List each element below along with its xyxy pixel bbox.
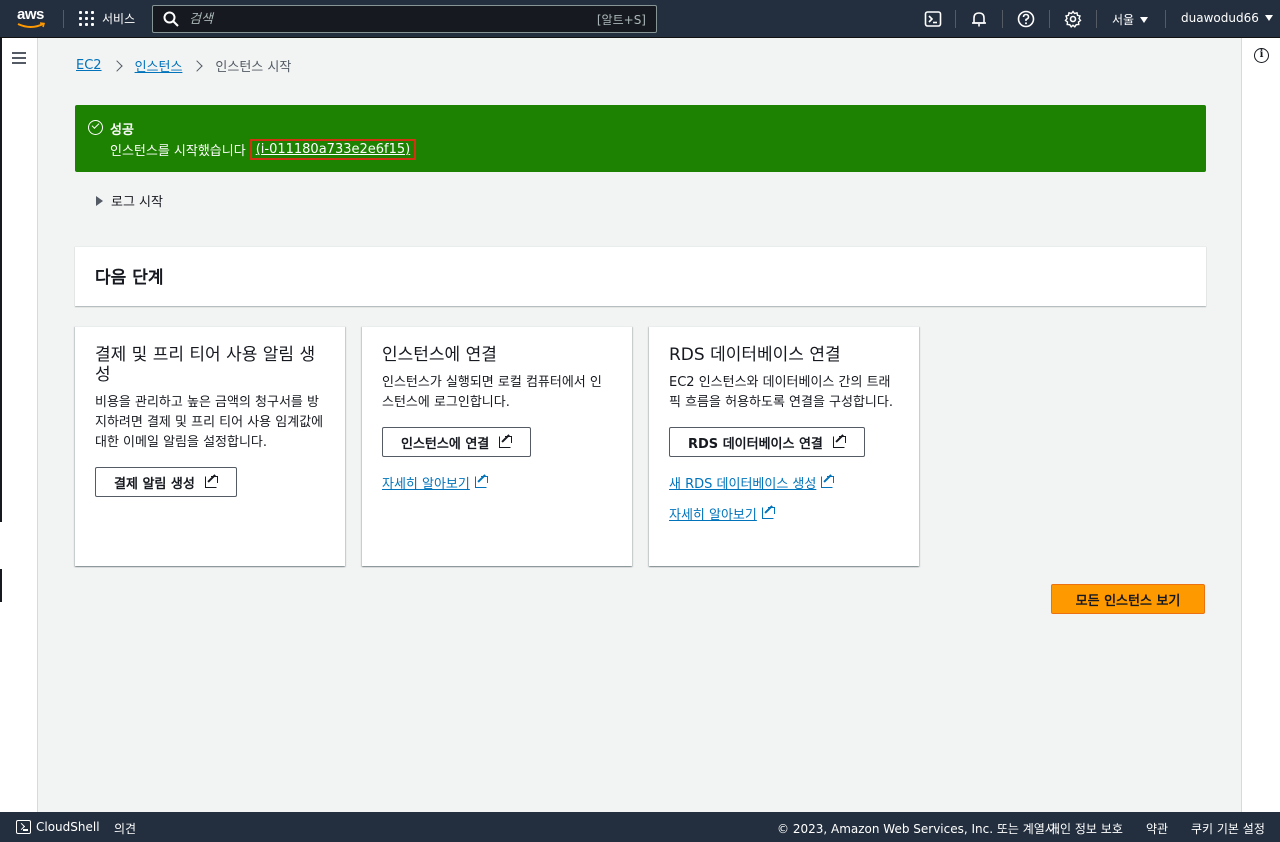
- cloudshell-link[interactable]: CloudShell: [36, 820, 100, 834]
- rail-edge: [0, 38, 2, 522]
- external-link-icon: [474, 474, 488, 489]
- log-start-expander[interactable]: 로그 시작: [96, 191, 163, 210]
- username-label: duawodud66: [1181, 11, 1259, 25]
- log-start-label: 로그 시작: [111, 195, 163, 210]
- caret-down-icon: [1264, 15, 1273, 21]
- external-link-icon: [821, 474, 835, 489]
- services-menu-button[interactable]: 서비스: [79, 10, 135, 27]
- nav-divider: [955, 10, 956, 28]
- account-menu[interactable]: duawodud66: [1181, 11, 1273, 25]
- chevron-right-icon: [110, 59, 123, 72]
- external-link-icon: [499, 433, 513, 449]
- link-label: 자세히 알아보기: [382, 477, 470, 492]
- search-bar[interactable]: [알트+S]: [152, 5, 657, 33]
- card-title: 결제 및 프리 티어 사용 알림 생성: [95, 345, 316, 385]
- card-description: 인스턴스가 실행되면 로컬 컴퓨터에서 인스턴스에 로그인합니다.: [382, 375, 602, 410]
- breadcrumb-instances[interactable]: 인스턴스: [135, 56, 183, 75]
- billing-alert-card: 결제 및 프리 티어 사용 알림 생성 비용을 관리하고 높은 금액의 청구서를…: [75, 326, 345, 566]
- check-circle-icon: [88, 120, 103, 135]
- breadcrumb-ec2[interactable]: EC2: [76, 58, 102, 73]
- flash-title: 성공: [110, 123, 134, 138]
- search-icon: [163, 11, 179, 27]
- gear-icon[interactable]: [1064, 10, 1082, 28]
- next-steps-title: 다음 단계: [95, 268, 164, 288]
- caret-right-icon: [96, 195, 103, 206]
- create-rds-link[interactable]: 새 RDS 데이터베이스 생성: [669, 473, 835, 492]
- flash-message: 인스턴스를 시작했습니다 (i-011180a733e2e6f15): [110, 139, 417, 160]
- nav-divider: [1096, 10, 1097, 28]
- success-flash: 성공 인스턴스를 시작했습니다 (i-011180a733e2e6f15): [75, 105, 1206, 172]
- breadcrumb-current: 인스턴스 시작: [215, 60, 292, 75]
- rds-connect-card: RDS 데이터베이스 연결 EC2 인스턴스와 데이터베이스 간의 트래픽 흐름…: [649, 326, 919, 566]
- button-label: 결제 알림 생성: [114, 476, 195, 492]
- flash-message-text: 인스턴스를 시작했습니다: [110, 144, 246, 159]
- cloudshell-icon[interactable]: [924, 10, 942, 28]
- card-title: RDS 데이터베이스 연결: [669, 345, 841, 365]
- learn-more-link[interactable]: 자세히 알아보기: [669, 504, 775, 523]
- left-rail: [0, 38, 38, 812]
- chevron-right-icon: [191, 59, 204, 72]
- cloudshell-icon[interactable]: [16, 820, 31, 834]
- caret-down-icon: [1140, 16, 1149, 23]
- right-rail: i: [1241, 38, 1280, 812]
- grid-icon: [79, 11, 94, 26]
- next-steps-container: 다음 단계: [75, 246, 1206, 306]
- card-title: 인스턴스에 연결: [382, 345, 497, 365]
- card-description: 비용을 관리하고 높은 금액의 청구서를 방지하려면 결제 및 프리 티어 사용…: [95, 395, 324, 450]
- learn-more-link[interactable]: 자세히 알아보기: [382, 473, 488, 492]
- privacy-link[interactable]: 개인 정보 보호: [1049, 820, 1123, 837]
- button-label: RDS 데이터베이스 연결: [688, 436, 823, 452]
- hamburger-menu-icon[interactable]: [12, 52, 26, 64]
- breadcrumb: EC2 인스턴스 인스턴스 시작: [76, 56, 291, 75]
- nav-divider: [1002, 10, 1003, 28]
- view-all-instances-button[interactable]: 모든 인스턴스 보기: [1051, 584, 1205, 614]
- info-icon[interactable]: i: [1254, 48, 1269, 63]
- help-icon[interactable]: [1017, 10, 1035, 28]
- external-link-icon: [204, 473, 218, 489]
- create-billing-alert-button[interactable]: 결제 알림 생성: [95, 467, 237, 497]
- connect-instance-card: 인스턴스에 연결 인스턴스가 실행되면 로컬 컴퓨터에서 인스턴스에 로그인합니…: [362, 326, 632, 566]
- cookie-preferences-link[interactable]: 쿠키 기본 설정: [1191, 820, 1265, 837]
- link-label: 자세히 알아보기: [669, 508, 757, 523]
- nav-divider: [1049, 10, 1050, 28]
- aws-smile-icon: [17, 22, 46, 28]
- footer: CloudShell 의견 © 2023, Amazon Web Service…: [0, 812, 1280, 842]
- bell-icon[interactable]: [970, 10, 988, 28]
- nav-divider: [1165, 10, 1166, 28]
- copyright-text: © 2023, Amazon Web Services, Inc. 또는 계열사…: [777, 822, 1060, 836]
- connect-rds-button[interactable]: RDS 데이터베이스 연결: [669, 427, 865, 457]
- aws-logo-text: aws: [17, 6, 44, 23]
- region-label: 서울: [1112, 13, 1135, 27]
- terms-link[interactable]: 약관: [1146, 820, 1168, 837]
- feedback-link[interactable]: 의견: [114, 820, 136, 837]
- services-label: 서비스: [102, 12, 136, 26]
- search-shortcut: [알트+S]: [596, 12, 646, 27]
- external-link-icon: [761, 505, 775, 520]
- external-link-icon: [832, 433, 846, 449]
- rail-edge: [0, 569, 2, 602]
- link-label: 새 RDS 데이터베이스 생성: [669, 477, 817, 492]
- aws-logo[interactable]: aws: [17, 7, 49, 31]
- card-description: EC2 인스턴스와 데이터베이스 간의 트래픽 흐름을 허용하도록 연결을 구성…: [669, 375, 893, 410]
- connect-instance-button[interactable]: 인스턴스에 연결: [382, 427, 532, 457]
- search-input[interactable]: [189, 11, 597, 27]
- region-selector[interactable]: 서울: [1112, 11, 1149, 28]
- top-navigation: aws 서비스 [알트+S]: [0, 0, 1280, 38]
- button-label: 인스턴스에 연결: [401, 436, 490, 452]
- instance-id-link[interactable]: (i-011180a733e2e6f15): [249, 139, 417, 160]
- nav-divider: [63, 10, 64, 28]
